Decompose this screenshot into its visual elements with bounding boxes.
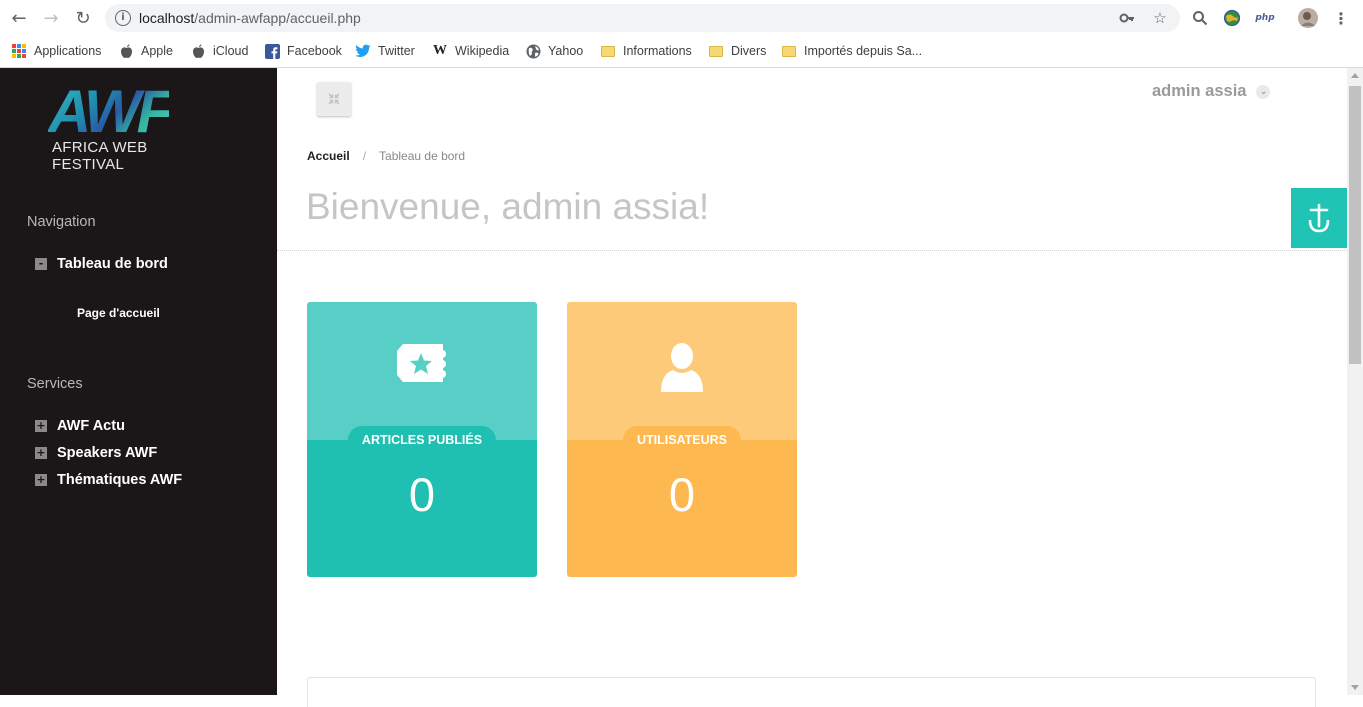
nav-heading: Navigation (27, 214, 96, 230)
card-label: UTILISATEURS (622, 426, 742, 454)
chevron-down-icon: ⌄ (1256, 84, 1271, 99)
services-heading: Services (27, 376, 83, 392)
bookmark-applications[interactable]: Applications (11, 41, 101, 61)
back-arrow-icon[interactable]: ← (8, 7, 30, 29)
sidebar-item-label: Tableau de bord (57, 256, 168, 272)
breadcrumb: Accueil / Tableau de bord (307, 149, 465, 163)
bookmark-apple[interactable]: Apple (118, 41, 173, 61)
folder-icon (708, 43, 724, 59)
bookmark-folder-imported[interactable]: Importés depuis Sa... (781, 41, 922, 61)
browser-toolbar: ← → ↻ i localhost/admin-awfapp/accueil.p… (0, 0, 1363, 36)
card-label: ARTICLES PUBLIÉS (347, 426, 497, 454)
apps-grid-icon (11, 43, 27, 59)
bookmark-wikipedia[interactable]: W Wikipedia (432, 41, 509, 61)
kebab-menu-icon[interactable]: ⋮ (1331, 8, 1351, 28)
bookmark-icloud[interactable]: iCloud (190, 41, 248, 61)
wikipedia-icon: W (433, 43, 447, 58)
bookmark-star-icon[interactable]: ☆ (1150, 8, 1170, 28)
twitter-icon (355, 43, 371, 59)
bookmark-label: Applications (34, 44, 102, 58)
page-scrollbar[interactable] (1347, 68, 1363, 695)
logo-subtitle: AFRICA WEB FESTIVAL (52, 139, 148, 173)
sidebar: AWF AFRICA WEB FESTIVAL Navigation - Tab… (0, 68, 277, 695)
bookmark-label: iCloud (213, 44, 249, 58)
expand-plus-icon: + (35, 446, 47, 459)
breadcrumb-current: Tableau de bord (379, 149, 466, 163)
expand-plus-icon: + (35, 419, 47, 432)
card-count: 0 (408, 468, 436, 521)
compress-arrows-icon (328, 93, 340, 105)
bookmark-facebook[interactable]: Facebook (264, 41, 342, 61)
breadcrumb-separator: / (362, 149, 367, 163)
address-bar[interactable]: i localhost/admin-awfapp/accueil.php ☆ (105, 4, 1180, 32)
folder-icon (781, 43, 797, 59)
stat-card-articles[interactable]: ARTICLES PUBLIÉS 0 (307, 302, 537, 577)
bookmark-label: Wikipedia (455, 44, 510, 58)
php-extension-icon[interactable]: php (1253, 8, 1277, 28)
sidebar-subitem-home[interactable]: Page d'accueil (77, 306, 160, 320)
reload-icon[interactable]: ↻ (72, 7, 94, 29)
user-menu[interactable]: admin assia ⌄ (1152, 82, 1271, 101)
bookmark-label: Divers (731, 44, 767, 58)
extension-globe-icon[interactable] (1222, 8, 1242, 28)
bookmark-folder-informations[interactable]: Informations (600, 41, 692, 61)
profile-avatar[interactable] (1298, 8, 1318, 28)
folder-icon (600, 43, 616, 59)
stat-card-users[interactable]: UTILISATEURS 0 (567, 302, 797, 577)
sidebar-item-thematiques[interactable]: + Thématiques AWF (35, 472, 182, 488)
search-icon[interactable] (1190, 8, 1210, 28)
user-name: admin assia (1152, 82, 1247, 100)
bookmark-folder-divers[interactable]: Divers (708, 41, 766, 61)
title-divider (277, 250, 1347, 251)
scroll-down-arrow-icon[interactable] (1351, 685, 1359, 690)
expand-plus-icon: + (35, 473, 47, 486)
anchor-icon (1308, 203, 1330, 233)
scroll-up-arrow-icon[interactable] (1351, 73, 1359, 78)
sidebar-item-speakers[interactable]: + Speakers AWF (35, 445, 157, 461)
bookmark-label: Twitter (378, 44, 415, 58)
bookmark-label: Facebook (287, 44, 342, 58)
bookmarks-bar: Applications Apple iCloud Facebook Twitt… (0, 36, 1363, 68)
url-text[interactable]: localhost/admin-awfapp/accueil.php (139, 10, 361, 26)
page-title: Bienvenue, admin assia! (306, 186, 710, 227)
sidebar-item-label: Thématiques AWF (57, 472, 183, 488)
card-count: 0 (668, 468, 696, 521)
awf-logo[interactable]: AWF AFRICA WEB FESTIVAL (44, 78, 224, 174)
bookmark-yahoo[interactable]: Yahoo (525, 41, 583, 61)
ticket-star-icon (395, 340, 449, 391)
user-icon (659, 340, 705, 399)
sidebar-item-label: Speakers AWF (57, 445, 158, 461)
bookmark-label: Informations (623, 44, 692, 58)
bookmark-label: Yahoo (548, 44, 584, 58)
bookmark-twitter[interactable]: Twitter (355, 41, 415, 61)
url-host: localhost (139, 10, 195, 26)
scroll-thumb[interactable] (1349, 86, 1361, 364)
collapse-icon: - (35, 258, 47, 270)
bookmark-label: Importés depuis Sa... (804, 44, 923, 58)
breadcrumb-home[interactable]: Accueil (307, 149, 350, 163)
sidebar-item-label: AWF Actu (57, 418, 125, 434)
forward-arrow-icon[interactable]: → (40, 7, 62, 29)
apple-icon (190, 43, 206, 59)
content-panel (307, 677, 1316, 707)
key-icon[interactable] (1117, 8, 1137, 28)
apple-icon (118, 43, 134, 59)
main-content: admin assia ⌄ Accueil / Tableau de bord … (277, 68, 1347, 707)
settings-float-button[interactable] (1291, 188, 1347, 248)
facebook-icon (264, 43, 280, 59)
site-info-icon[interactable]: i (115, 10, 131, 26)
url-path: /admin-awfapp/accueil.php (194, 10, 361, 26)
logo-letters: AWF (48, 78, 173, 145)
globe-icon (525, 43, 541, 59)
fullscreen-toggle-button[interactable] (317, 82, 351, 116)
sidebar-item-dashboard[interactable]: - Tableau de bord (35, 256, 168, 272)
sidebar-item-awf-actu[interactable]: + AWF Actu (35, 418, 125, 434)
bookmark-label: Apple (141, 44, 173, 58)
